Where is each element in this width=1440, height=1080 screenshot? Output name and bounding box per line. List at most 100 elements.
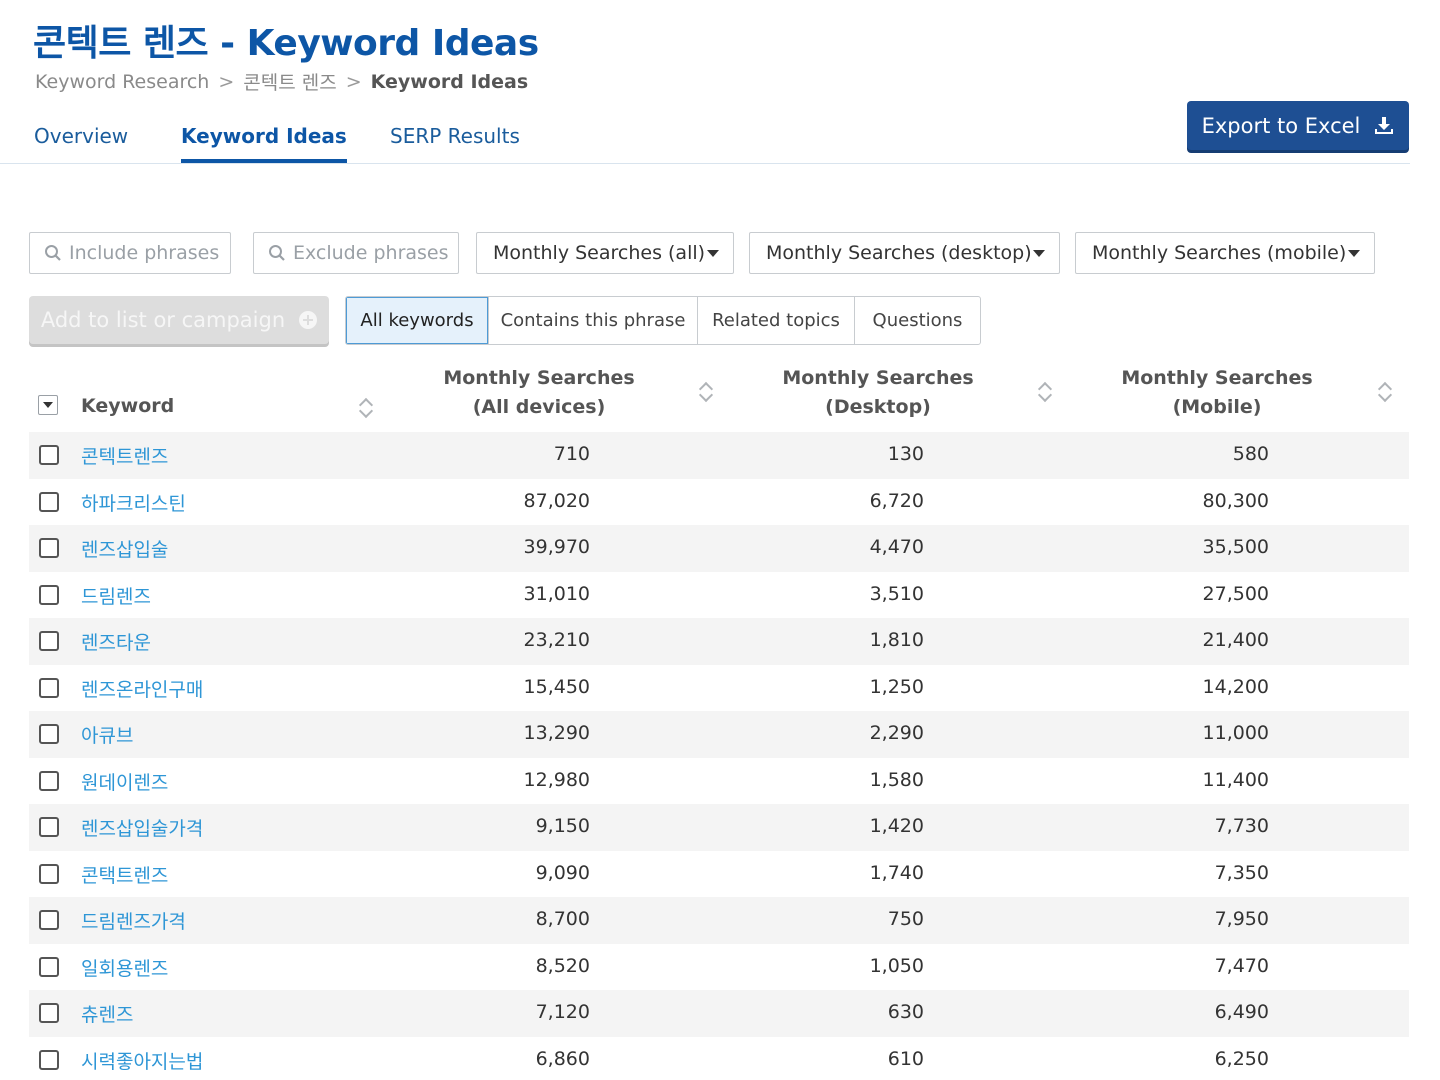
keyword-link[interactable]: 렌즈온라인구매 [81,675,203,702]
include-phrases-placeholder: Include phrases [69,242,220,264]
select-all-checkbox[interactable] [38,395,58,415]
breadcrumb: Keyword Research > 콘텍트 렌즈 > Keyword Idea… [35,68,528,95]
table-header: Keyword Monthly Searches (All devices) M… [29,360,1409,432]
table-row: 시력좋아지는법 6,860 610 6,250 [29,1037,1409,1080]
row-checkbox[interactable] [39,491,59,512]
column-header-keyword[interactable]: Keyword [81,392,174,421]
monthly-searches-mobile-dropdown[interactable]: Monthly Searches (mobile) [1075,232,1375,274]
keyword-table: Keyword Monthly Searches (All devices) M… [29,360,1409,1080]
plus-circle-icon [299,311,318,329]
cell-monthly-all: 6,860 [535,1047,590,1070]
cell-monthly-all: 9,090 [535,861,590,884]
cell-monthly-mobile: 7,350 [1214,861,1269,884]
row-checkbox[interactable] [39,724,59,744]
table-row: 렌즈삽입술가격 9,150 1,420 7,730 [29,804,1409,851]
row-checkbox[interactable] [39,956,59,977]
table-row: 일회용렌즈 8,520 1,050 7,470 [29,944,1409,991]
keyword-link[interactable]: 드림렌즈 [81,582,151,609]
download-icon [1375,116,1394,134]
table-row: 츄렌즈 7,120 630 6,490 [29,990,1409,1037]
caret-down-icon [707,249,719,257]
keyword-link[interactable]: 하파크리스틴 [81,489,186,516]
keyword-link[interactable]: 콘텍트렌즈 [81,442,168,469]
row-checkbox[interactable] [39,770,59,791]
keyword-filter-segmented-control: All keywords Contains this phrase Relate… [345,296,981,345]
breadcrumb-item-topic[interactable]: 콘텍트 렌즈 [243,68,336,95]
keyword-link[interactable]: 렌즈삽입술가격 [81,814,203,841]
breadcrumb-item-current: Keyword Ideas [370,70,529,93]
cell-monthly-desktop: 1,050 [869,954,924,977]
cell-monthly-mobile: 7,730 [1214,815,1269,837]
row-checkbox[interactable] [39,1049,59,1070]
cell-monthly-all: 12,980 [523,768,590,791]
cell-monthly-mobile: 21,400 [1202,629,1269,651]
keyword-link[interactable]: 렌즈삽입술 [81,535,168,562]
column-header-desktop[interactable]: Monthly Searches (Desktop) [768,364,988,422]
cell-monthly-desktop: 6,720 [869,489,924,512]
column-header-all-devices[interactable]: Monthly Searches (All devices) [429,364,649,422]
sort-icon[interactable] [359,396,373,418]
cell-monthly-desktop: 1,810 [869,629,924,651]
segment-contains-phrase[interactable]: Contains this phrase [489,297,698,344]
dropdown-label: Monthly Searches (desktop) [766,242,1032,264]
keyword-link[interactable]: 렌즈타운 [81,628,151,655]
export-button-label: Export to Excel [1201,113,1361,138]
cell-monthly-desktop: 2,290 [869,722,924,744]
row-checkbox[interactable] [39,677,59,698]
cell-monthly-desktop: 1,580 [869,768,924,791]
table-row: 드림렌즈 31,010 3,510 27,500 [29,572,1409,619]
tab-keyword-ideas[interactable]: Keyword Ideas [181,124,347,163]
cell-monthly-desktop: 1,420 [869,815,924,837]
keyword-link[interactable]: 콘택트렌즈 [81,861,168,888]
keyword-link[interactable]: 일회용렌즈 [81,954,168,981]
segment-all-keywords[interactable]: All keywords [346,297,489,344]
sort-icon[interactable] [1378,380,1392,402]
cell-monthly-mobile: 11,000 [1202,722,1269,744]
row-checkbox[interactable] [39,584,59,605]
row-checkbox[interactable] [39,538,59,558]
row-checkbox[interactable] [39,817,59,837]
table-body: 콘텍트렌즈 710 130 580 하파크리스틴 87,020 6,720 80,300 렌… [29,432,1409,1080]
exclude-phrases-placeholder: Exclude phrases [293,242,449,264]
add-to-list-button[interactable]: Add to list or campaign [29,296,329,344]
monthly-searches-desktop-dropdown[interactable]: Monthly Searches (desktop) [749,232,1060,274]
cell-monthly-desktop: 1,740 [869,861,924,884]
cell-monthly-mobile: 14,200 [1202,675,1269,698]
page-title: 콘텍트 렌즈 - Keyword Ideas [33,23,539,64]
cell-monthly-mobile: 7,950 [1214,908,1269,930]
sort-icon[interactable] [699,380,713,402]
dropdown-label: Monthly Searches (mobile) [1092,242,1347,264]
keyword-link[interactable]: 아큐브 [81,721,133,748]
monthly-searches-all-dropdown[interactable]: Monthly Searches (all) [476,232,734,274]
cell-monthly-all: 8,700 [535,908,590,930]
caret-down-icon [1348,249,1360,257]
search-icon [269,245,285,261]
row-checkbox[interactable] [39,910,59,930]
keyword-link[interactable]: 드림렌즈가격 [81,907,186,934]
cell-monthly-desktop: 1,250 [869,675,924,698]
cell-monthly-desktop: 4,470 [869,536,924,558]
keyword-link[interactable]: 츄렌즈 [81,1000,133,1027]
segment-related-topics[interactable]: Related topics [698,297,855,344]
include-phrases-input[interactable]: Include phrases [29,232,231,274]
tab-overview[interactable]: Overview [34,124,128,159]
keyword-link[interactable]: 시력좋아지는법 [81,1047,203,1074]
sort-icon[interactable] [1038,380,1052,402]
cell-monthly-all: 31,010 [523,582,590,605]
row-checkbox[interactable] [39,1003,59,1023]
breadcrumb-item-keyword-research[interactable]: Keyword Research [35,71,209,93]
column-header-mobile[interactable]: Monthly Searches (Mobile) [1107,364,1327,422]
export-to-excel-button[interactable]: Export to Excel [1187,101,1409,150]
row-checkbox[interactable] [39,631,59,651]
cell-monthly-mobile: 6,490 [1214,1001,1269,1023]
row-checkbox[interactable] [39,863,59,884]
table-row: 하파크리스틴 87,020 6,720 80,300 [29,479,1409,526]
cell-monthly-mobile: 27,500 [1202,582,1269,605]
table-row: 원데이렌즈 12,980 1,580 11,400 [29,758,1409,805]
tab-serp-results[interactable]: SERP Results [390,124,520,159]
segment-questions[interactable]: Questions [855,297,980,344]
exclude-phrases-input[interactable]: Exclude phrases [253,232,459,274]
keyword-link[interactable]: 원데이렌즈 [81,768,168,795]
row-checkbox[interactable] [39,445,59,465]
search-icon [45,245,61,261]
